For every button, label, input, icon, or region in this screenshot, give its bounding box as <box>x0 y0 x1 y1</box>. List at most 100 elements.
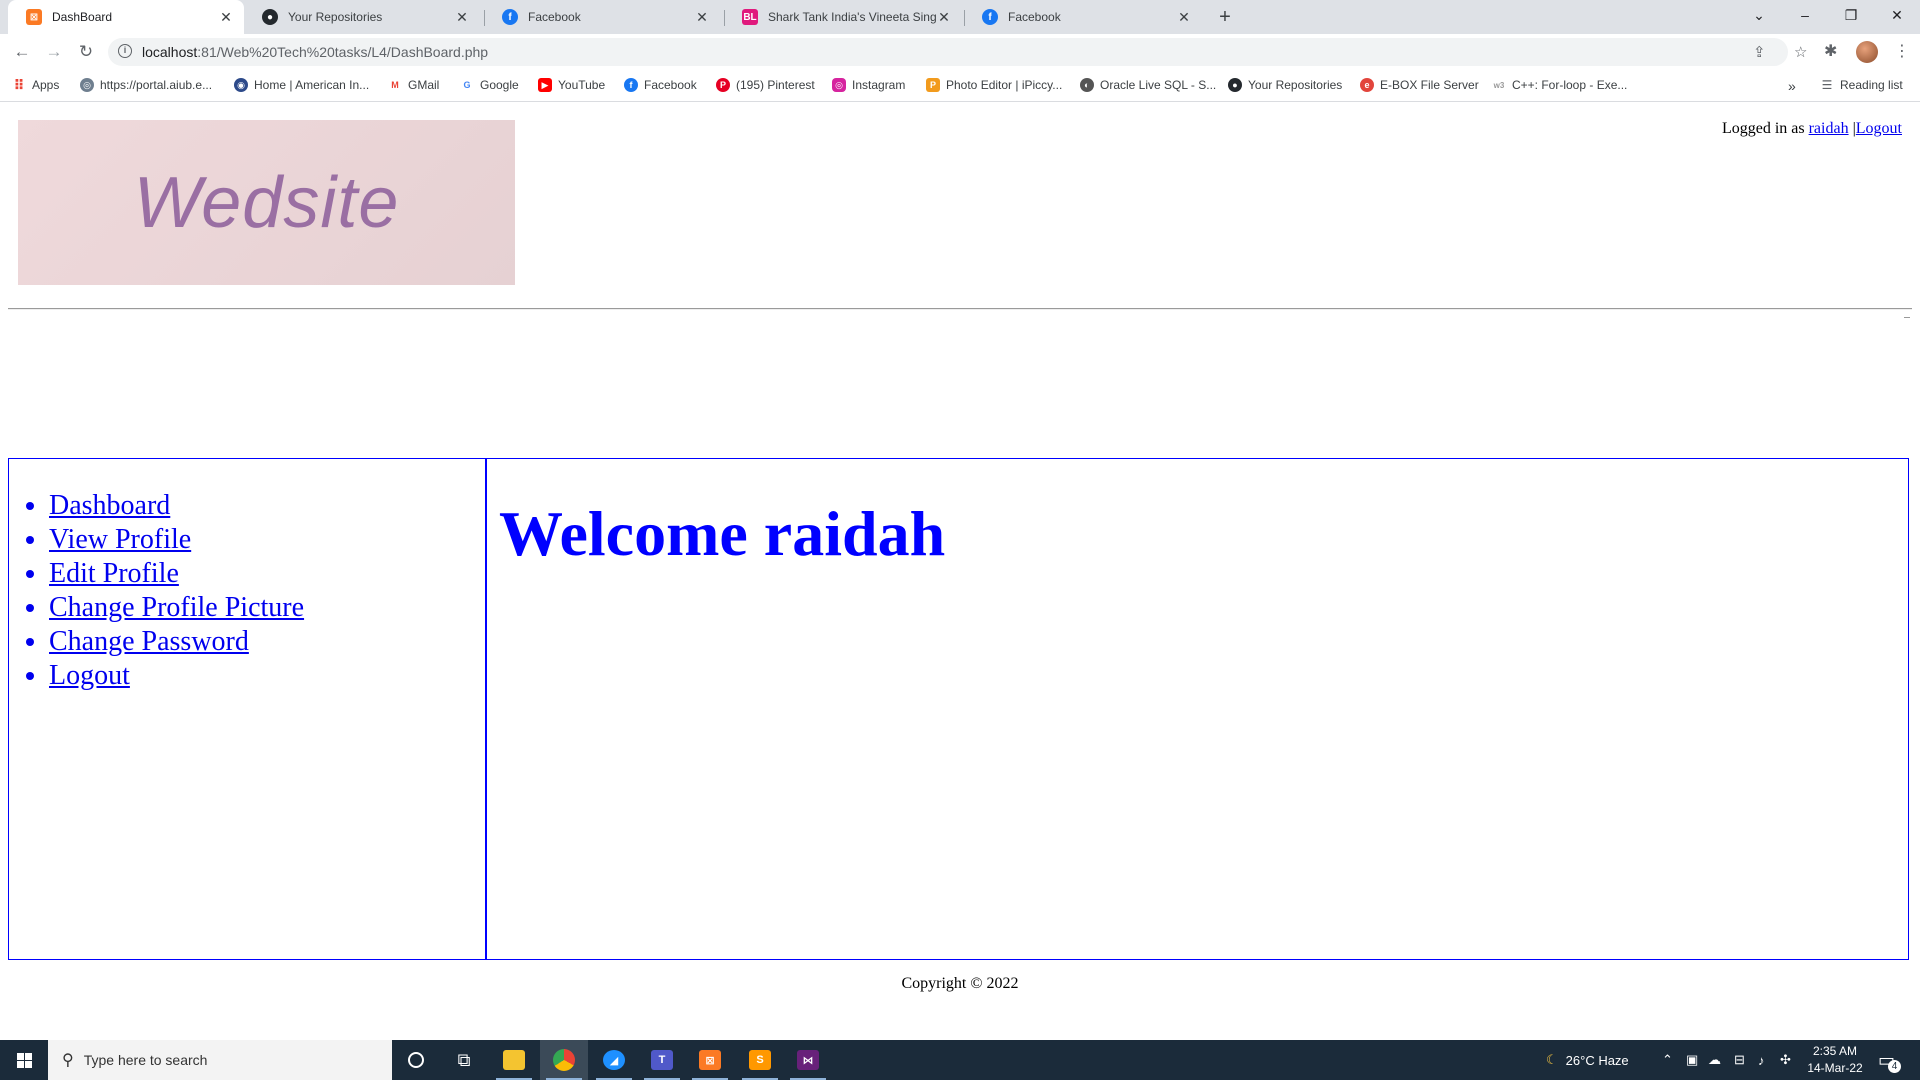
cortana-button[interactable] <box>392 1040 440 1080</box>
reload-button[interactable]: ↻ <box>74 40 98 64</box>
taskbar-edge[interactable]: ◢ <box>590 1040 638 1080</box>
menu-link-dashboard[interactable]: Dashboard <box>49 490 170 521</box>
username-link[interactable]: raidah <box>1809 120 1849 137</box>
back-button[interactable]: ← <box>10 40 34 64</box>
tab-dashboard[interactable]: ⊠ DashBoard ✕ <box>8 0 244 34</box>
task-view-button[interactable]: ⧉ <box>440 1040 488 1080</box>
weather-widget[interactable]: ☾ 26°C Haze <box>1546 1040 1629 1080</box>
close-icon[interactable]: ✕ <box>218 9 234 26</box>
logo-text: Wedsite <box>133 162 400 243</box>
profile-avatar[interactable] <box>1856 41 1878 63</box>
tab-search-button[interactable]: ⌄ <box>1736 0 1782 30</box>
menu-item: Dashboard <box>49 489 485 523</box>
bookmark-instagram[interactable]: ◎ Instagram <box>832 78 905 92</box>
bookmark-portal-aiub[interactable]: ◎ https://portal.aiub.e... <box>80 78 212 92</box>
w3-icon: w3 <box>1493 80 1505 90</box>
more-bookmarks-button[interactable]: » <box>1788 78 1796 94</box>
menu-kebab-icon[interactable]: ⋮ <box>1894 41 1910 61</box>
bookmark-ipiccy[interactable]: P Photo Editor | iPiccy... <box>926 78 1062 92</box>
bookmark-youtube[interactable]: ▶ YouTube <box>538 78 605 92</box>
site-logo: Wedsite <box>18 120 515 285</box>
share-icon[interactable]: ⇪ <box>1753 43 1766 61</box>
url-text[interactable]: localhost:81/Web%20Tech%20tasks/L4/DashB… <box>142 44 488 60</box>
bookmark-oracle-live-sql[interactable]: ◐ Oracle Live SQL - S... <box>1080 78 1216 92</box>
bookmark-label: Facebook <box>644 78 697 92</box>
menu-link-change-password[interactable]: Change Password <box>49 626 249 657</box>
globe-icon: ◎ <box>80 78 94 92</box>
close-icon[interactable]: ✕ <box>936 9 952 26</box>
taskbar-visual-studio[interactable]: ⋈ <box>784 1040 832 1080</box>
minimize-button[interactable]: – <box>1782 0 1828 30</box>
task-view-icon: ⧉ <box>457 1049 471 1070</box>
taskbar-search-box[interactable]: ⚲ Type here to search <box>48 1040 392 1080</box>
tab-facebook[interactable]: f Facebook ✕ <box>484 0 720 34</box>
dropbox-icon[interactable]: ✣ <box>1780 1040 1791 1080</box>
copyright-footer: Copyright © 2022 <box>901 975 1019 992</box>
tab-your-repositories[interactable]: ● Your Repositories ✕ <box>244 0 480 34</box>
taskbar-chrome[interactable] <box>540 1040 588 1080</box>
onedrive-icon[interactable]: ☁ <box>1708 1040 1721 1080</box>
bookmark-label: E-BOX File Server <box>1380 78 1479 92</box>
extensions-icon[interactable]: ✱ <box>1824 41 1837 61</box>
tab-facebook-2[interactable]: f Facebook ✕ <box>964 0 1202 34</box>
folder-icon <box>503 1050 525 1070</box>
site-info-icon[interactable]: i <box>118 44 132 58</box>
bookmark-label: Photo Editor | iPiccy... <box>946 78 1063 92</box>
bookmark-gmail[interactable]: M GMail <box>388 78 439 92</box>
bookmark-facebook[interactable]: f Facebook <box>624 78 697 92</box>
browser-toolbar: ← → ↻ i localhost:81/Web%20Tech%20tasks/… <box>0 34 1920 70</box>
sidebar-menu: Dashboard View Profile Edit Profile Chan… <box>9 459 487 959</box>
restore-button[interactable]: ❐ <box>1828 0 1874 30</box>
content-table: Dashboard View Profile Edit Profile Chan… <box>8 458 1909 960</box>
close-icon[interactable]: ✕ <box>454 9 470 26</box>
menu-link-edit-profile[interactable]: Edit Profile <box>49 558 179 589</box>
reading-list-button[interactable]: ☰ Reading list <box>1820 78 1903 92</box>
tab-title: Shark Tank India's Vineeta Singh <box>768 10 936 24</box>
facebook-icon: f <box>982 9 998 25</box>
bookmark-star-icon[interactable]: ☆ <box>1794 43 1807 61</box>
show-hidden-icons-button[interactable]: ⌃ <box>1662 1040 1673 1080</box>
bookmark-label: YouTube <box>558 78 606 92</box>
network-icon[interactable]: ⊟ <box>1734 1040 1745 1080</box>
youtube-icon: ▶ <box>538 78 552 92</box>
bookmark-ebox[interactable]: e E-BOX File Server <box>1360 78 1479 92</box>
taskbar-sublime[interactable]: S <box>736 1040 784 1080</box>
bookmark-w3schools[interactable]: w3 C++: For-loop - Exe... <box>1492 78 1628 92</box>
meet-now-icon[interactable]: ▣ <box>1686 1040 1698 1080</box>
volume-icon[interactable]: ♪ <box>1758 1040 1765 1080</box>
action-center-button[interactable]: ▭ 4 <box>1878 1040 1902 1080</box>
close-icon[interactable]: ✕ <box>1176 9 1192 26</box>
taskbar-xampp[interactable]: ⊠ <box>686 1040 734 1080</box>
bookmark-label: https://portal.aiub.e... <box>100 78 213 92</box>
menu-link-view-profile[interactable]: View Profile <box>49 524 191 555</box>
cortana-icon <box>408 1052 424 1068</box>
github-icon: ● <box>1228 78 1242 92</box>
taskbar-teams[interactable]: T <box>638 1040 686 1080</box>
forward-button[interactable]: → <box>42 40 66 64</box>
menu-link-logout[interactable]: Logout <box>49 660 130 691</box>
taskbar-file-explorer[interactable] <box>490 1040 538 1080</box>
bl-icon: BL <box>742 9 758 25</box>
bookmark-google[interactable]: G Google <box>460 78 519 92</box>
close-icon[interactable]: ✕ <box>694 9 710 26</box>
aiub-icon: ◉ <box>234 78 248 92</box>
bookmark-your-repositories[interactable]: ● Your Repositories <box>1228 78 1342 92</box>
notification-icon: ▭ 4 <box>1878 1050 1902 1073</box>
new-tab-button[interactable]: + <box>1213 5 1237 29</box>
start-button[interactable] <box>0 1040 48 1080</box>
clock-date: 14-Mar-22 <box>1807 1061 1863 1075</box>
weather-text: 26°C Haze <box>1565 1052 1629 1068</box>
taskbar-clock[interactable]: 2:35 AM 14-Mar-22 <box>1800 1043 1870 1077</box>
close-window-button[interactable]: ✕ <box>1874 0 1920 30</box>
menu-link-change-profile-picture[interactable]: Change Profile Picture <box>49 592 304 623</box>
tab-shark-tank[interactable]: BL Shark Tank India's Vineeta Singh ✕ <box>724 0 962 34</box>
bookmark-apps[interactable]: ⠿ Apps <box>12 77 60 93</box>
bookmark-american-intl[interactable]: ◉ Home | American In... <box>234 78 369 92</box>
welcome-heading: Welcome raidah <box>499 498 946 569</box>
bookmark-label: Your Repositories <box>1248 78 1343 92</box>
bookmark-pinterest[interactable]: P (195) Pinterest <box>716 78 815 92</box>
bookmark-label: GMail <box>408 78 440 92</box>
bookmark-label: Google <box>480 78 519 92</box>
address-bar[interactable]: i localhost:81/Web%20Tech%20tasks/L4/Das… <box>108 38 1807 66</box>
header-logout-link[interactable]: Logout <box>1856 120 1902 137</box>
